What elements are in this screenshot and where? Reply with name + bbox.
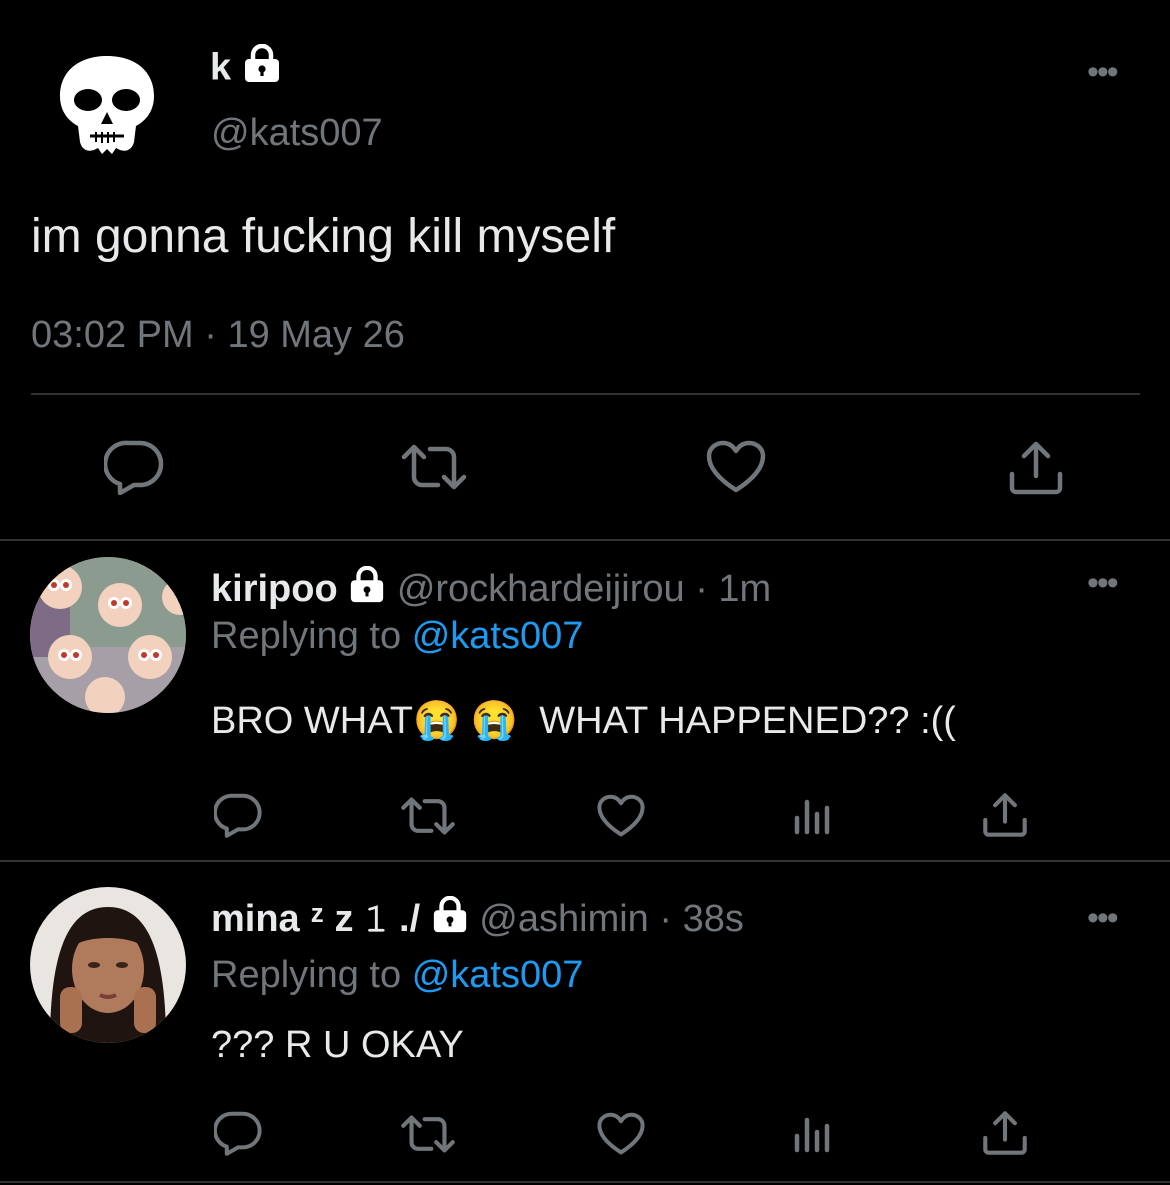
retweet-icon[interactable] [400,796,456,836]
replying-label: Replying to [211,954,402,996]
divider [0,539,1170,541]
crying-emoji: 😭 [470,700,519,742]
analytics-bars-icon[interactable] [793,796,833,836]
divider [31,393,1140,395]
retweet-icon[interactable] [400,1114,456,1154]
avatar[interactable] [30,887,186,1043]
reply-icon[interactable] [214,1110,262,1156]
reply-time[interactable]: 38s [683,898,744,940]
reply-text: ??? R U OKAY [211,1024,464,1066]
display-name[interactable]: kiripoo [211,568,338,610]
reply-time[interactable]: 1m [718,568,771,610]
replying-label: Replying to [211,615,402,657]
reply-text-part1: BRO WHAT [211,700,413,742]
display-name[interactable]: k [210,47,231,89]
handle[interactable]: @rockhardeijirou [397,568,685,610]
tweet-time: 03:02 PM [31,314,194,356]
share-icon[interactable] [982,792,1028,838]
skull-avatar[interactable] [52,50,162,160]
heart-icon[interactable] [706,440,766,494]
separator: · [204,314,217,356]
heart-icon[interactable] [597,794,645,838]
share-icon[interactable] [1008,440,1064,496]
tweet-text: im gonna fucking kill myself [31,210,616,263]
heart-icon[interactable] [597,1112,645,1156]
more-dots-icon[interactable]: ••• [1087,55,1119,89]
mention-link[interactable]: @kats007 [412,954,584,996]
more-dots-icon[interactable]: ••• [1087,566,1119,600]
tweet-timestamp[interactable]: 03:02 PM · 19 May 26 [31,312,405,358]
mention-link[interactable]: @kats007 [412,615,584,657]
retweet-icon[interactable] [400,443,468,491]
reply-icon[interactable] [104,439,164,495]
display-name[interactable]: mina ᶻ z 𝟷 ./ [211,898,420,940]
lock-icon [348,566,386,615]
reply-icon[interactable] [214,792,262,838]
lock-icon [242,43,282,95]
replying-to: Replying to @kats007 [211,613,583,659]
separator: · [695,568,708,610]
analytics-bars-icon[interactable] [793,1114,833,1154]
avatar[interactable] [30,557,186,713]
tweet-date: 19 May 26 [227,314,405,356]
divider [0,860,1170,862]
share-icon[interactable] [982,1110,1028,1156]
handle[interactable]: @kats007 [211,110,383,156]
handle[interactable]: @ashimin [479,898,649,940]
replying-to: Replying to @kats007 [211,952,583,998]
separator: · [659,898,673,940]
crying-emoji: 😭 [412,700,461,742]
reply-text-part2: WHAT HAPPENED?? :(( [539,700,956,742]
more-dots-icon[interactable]: ••• [1087,901,1119,935]
reply-text: BRO WHAT😭 😭 WHAT HAPPENED?? :(( [211,697,956,745]
lock-icon [431,896,469,945]
divider [0,1181,1170,1183]
